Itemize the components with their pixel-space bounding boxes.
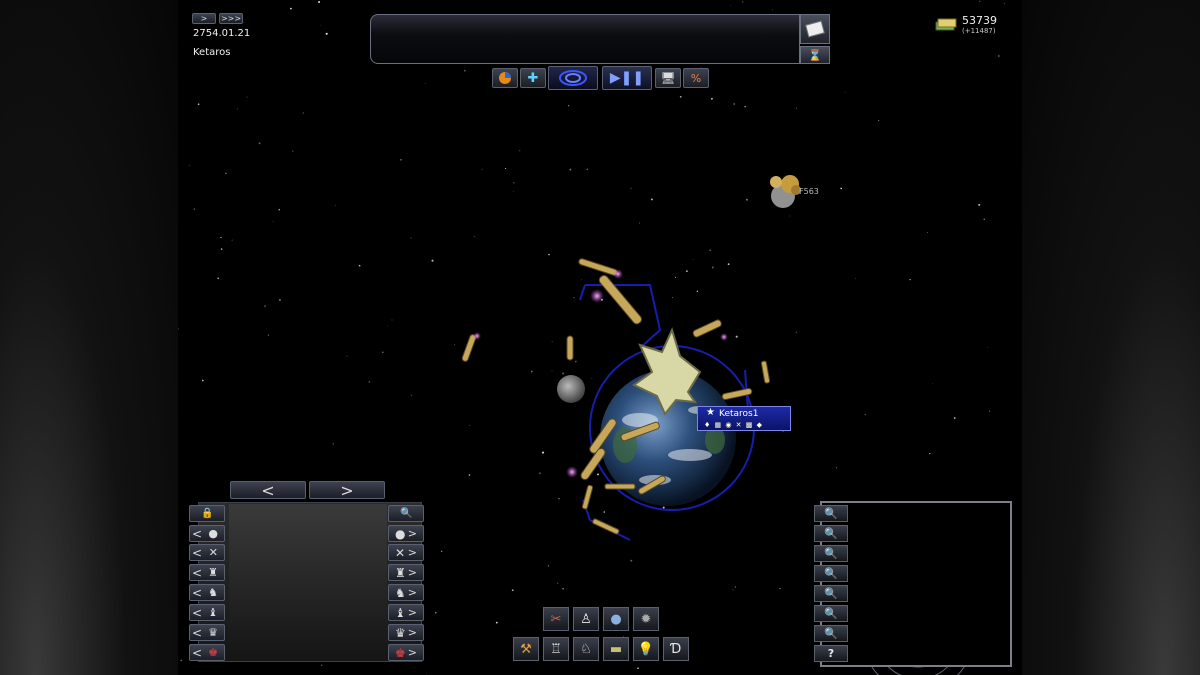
fleet-icon: ✕ [208, 546, 218, 559]
ship-icon: ♜ [208, 566, 218, 579]
speed-slow-button[interactable]: > [192, 13, 216, 24]
right-arrow-planet-button[interactable]: ● > [388, 525, 424, 542]
radar-icon[interactable] [548, 66, 598, 90]
magnifier-icon: 🔍 [400, 508, 413, 519]
chevron-right-icon: > [407, 586, 417, 599]
planet-name: Ketaros1 [719, 409, 759, 419]
ship-icon: ♝ [395, 605, 406, 620]
mail-icon[interactable] [800, 14, 830, 44]
tank-icon[interactable]: ▬ [603, 637, 629, 661]
ship-icon: ♞ [208, 586, 218, 599]
ship-icon: ♚ [208, 646, 218, 659]
asteroid-icon[interactable]: ✹ [633, 607, 659, 631]
pie-chart-icon[interactable] [492, 68, 518, 88]
zoom-in-icon[interactable]: 🔍 [814, 505, 848, 522]
lightbulb-icon[interactable]: 💡 [633, 637, 659, 661]
left-arrow-ship3-button[interactable]: < ♝ [189, 604, 225, 621]
robot-icon[interactable]: ♖ [543, 637, 569, 661]
planet-icon: ● [208, 527, 218, 540]
zoom-fleet-icon[interactable]: 🔍 [814, 625, 848, 642]
left-arrow-ship1-button[interactable]: < ♜ [189, 564, 225, 581]
mech-icon[interactable]: ♘ [573, 637, 599, 661]
chevron-left-icon: < [192, 565, 203, 580]
left-arrow-ship2-button[interactable]: < ♞ [189, 584, 225, 601]
star-icon: ★ [706, 407, 715, 418]
right-arrow-fleet-button[interactable]: ✕ > [388, 544, 424, 561]
hourglass-icon[interactable]: ⌛ [800, 46, 830, 64]
play-pause-icon[interactable]: ▶❚❚ [602, 66, 652, 90]
ship-icon: ♞ [395, 585, 406, 600]
right-arrow-ship5-button[interactable]: ♚ > [388, 644, 424, 661]
ship-icon: ♚ [395, 645, 406, 660]
chevron-right-icon: > [407, 566, 417, 579]
chevron-left-icon: < [192, 605, 203, 620]
distant-installation[interactable] [770, 175, 801, 208]
planet-label[interactable]: ★ Ketaros1 ♦ ▦ ◉ ✕ ▩ ◆ [697, 406, 791, 431]
chevron-right-icon: > [407, 546, 417, 559]
distant-object-label: F563 [799, 187, 819, 196]
lock-button[interactable]: 🔒 [189, 505, 225, 522]
credits-value: 53739 [962, 14, 997, 27]
minimap[interactable] [820, 501, 1012, 667]
ship-icon: ♜ [395, 565, 406, 580]
moon[interactable] [557, 375, 585, 403]
chevron-right-icon: > [407, 606, 417, 619]
right-arrow-ship2-button[interactable]: ♞ > [388, 584, 424, 601]
monitor-icon[interactable]: 🖥 [655, 68, 681, 88]
ship-icon: ♝ [208, 606, 218, 619]
planet-stats-icons: ♦ ▦ ◉ ✕ ▩ ◆ [704, 421, 763, 429]
left-arrow-ship5-button[interactable]: < ♚ [189, 644, 225, 661]
chevron-left-icon: < [192, 545, 203, 560]
left-panel-view [229, 504, 387, 661]
chevron-right-icon: > [407, 626, 417, 639]
left-arrow-fleet-button[interactable]: < ✕ [189, 544, 225, 561]
fleet-icon: ✕ [395, 545, 406, 560]
tools-icon[interactable]: ✂ [543, 607, 569, 631]
right-arrow-ship4-button[interactable]: ♛ > [388, 624, 424, 641]
right-arrow-ship3-button[interactable]: ♝ > [388, 604, 424, 621]
percent-icon[interactable]: % [683, 68, 709, 88]
current-system-name: Ketaros [193, 47, 231, 58]
zoom-system-icon[interactable]: 🔍 [814, 585, 848, 602]
crane-icon[interactable]: ⚒ [513, 637, 539, 661]
diplomacy-icon[interactable]: Ɗ [663, 637, 689, 661]
zoom-planet-icon[interactable]: 🔍 [814, 565, 848, 582]
credits-delta: (+11487) [962, 27, 996, 35]
left-arrow-planet-button[interactable]: < ● [189, 525, 225, 542]
zoom-target-icon[interactable]: 🔍 [814, 545, 848, 562]
money-stack-icon [935, 18, 957, 31]
left-arrow-ship4-button[interactable]: < ♛ [189, 624, 225, 641]
soldier-icon[interactable]: ♙ [573, 607, 599, 631]
panel-next-button[interactable]: > [309, 481, 385, 500]
zoom-remove-icon[interactable]: 🔍 [814, 525, 848, 542]
chevron-left-icon: < [192, 526, 203, 541]
search-button[interactable]: 🔍 [388, 505, 424, 522]
panel-prev-button[interactable]: < [230, 481, 306, 500]
chevron-right-icon: > [407, 646, 417, 659]
chevron-right-icon: > [407, 527, 417, 540]
game-scene [461, 175, 974, 675]
chevron-left-icon: < [192, 585, 203, 600]
planet-icon: ● [395, 526, 406, 541]
ship-icon: ♛ [208, 626, 218, 639]
chevron-left-icon: < [192, 645, 203, 660]
game-date: 2754.01.21 [193, 28, 251, 39]
chevron-left-icon: < [192, 625, 203, 640]
speed-fast-button[interactable]: >>> [219, 13, 243, 24]
ship-icon: ♛ [395, 625, 406, 640]
planet-icon[interactable]: ● [603, 607, 629, 631]
lock-icon: 🔒 [201, 508, 214, 519]
crosshair-icon[interactable]: ✚ [520, 68, 546, 88]
right-arrow-ship1-button[interactable]: ♜ > [388, 564, 424, 581]
help-icon[interactable]: ? [814, 645, 848, 662]
message-panel[interactable] [370, 14, 800, 64]
zoom-galaxy-icon[interactable]: 🔍 [814, 605, 848, 622]
